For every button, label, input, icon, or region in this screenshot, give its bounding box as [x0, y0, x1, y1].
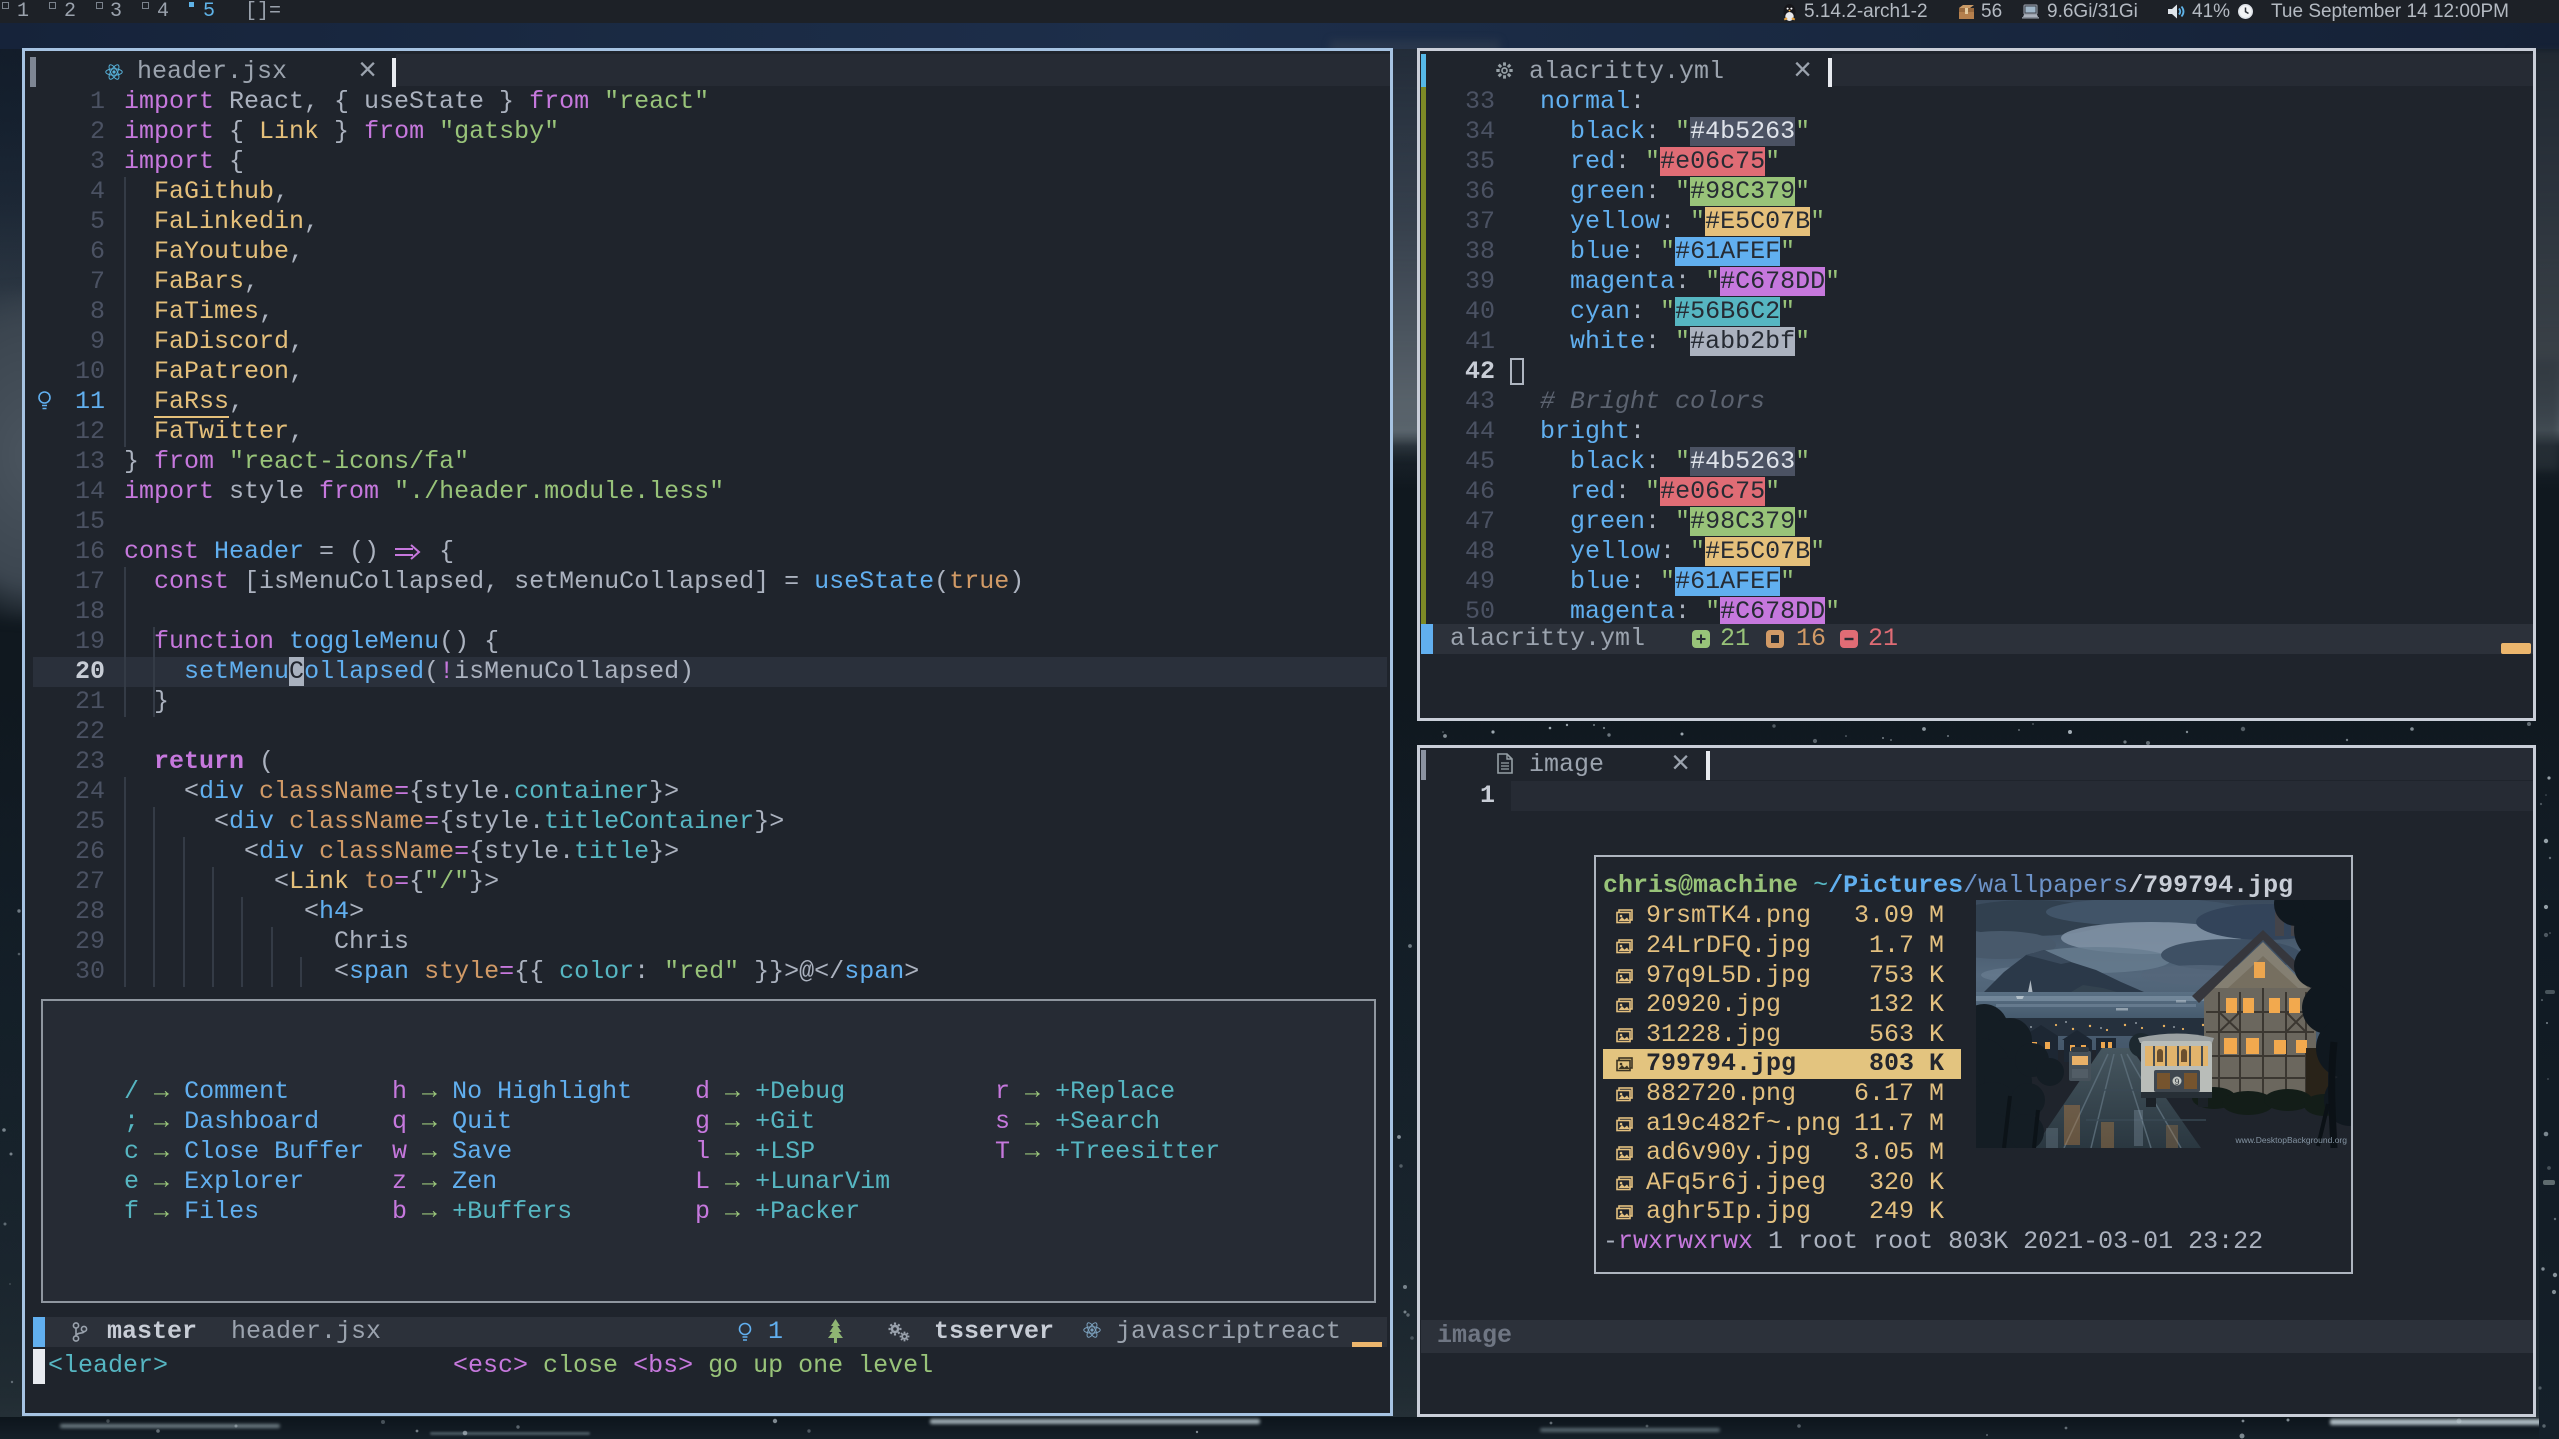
svg-text:9: 9: [2174, 1077, 2179, 1087]
svg-text:www.DesktopBackground.org: www.DesktopBackground.org: [2234, 1135, 2347, 1145]
